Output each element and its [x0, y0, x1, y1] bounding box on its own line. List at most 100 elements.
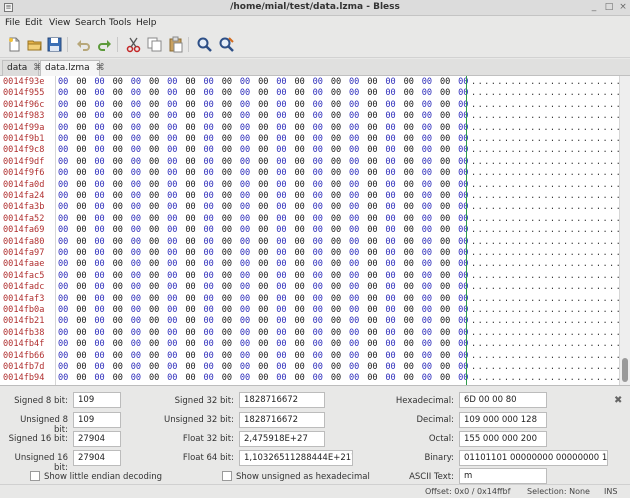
hex-byte[interactable]: 00 [185, 111, 203, 122]
hex-byte[interactable]: 00 [131, 157, 149, 168]
hex-byte[interactable]: 00 [440, 237, 458, 248]
hex-byte[interactable]: 00 [276, 294, 294, 305]
hex-byte[interactable]: 00 [404, 180, 422, 191]
hex-byte[interactable]: 00 [313, 248, 331, 259]
hex-byte[interactable]: 00 [204, 134, 222, 145]
hex-column[interactable]: 00 00 00 00 00 00 00 00 00 00 00 00 00 00 00 00 00 00 00 00… [55, 76, 468, 385]
hex-byte[interactable]: 00 [76, 180, 94, 191]
hex-byte[interactable]: 00 [313, 373, 331, 384]
hex-byte[interactable]: 00 [349, 111, 367, 122]
hex-byte[interactable]: 00 [149, 134, 167, 145]
hex-row[interactable]: 00 00 00 00 00 00 00 00 00 00 00 00 00 00 00 00 00 00 00 00… [58, 316, 476, 327]
hex-byte[interactable]: 00 [113, 259, 131, 270]
hex-byte[interactable]: 00 [204, 248, 222, 259]
hex-byte[interactable]: 00 [422, 123, 440, 134]
hex-byte[interactable]: 00 [385, 168, 403, 179]
hex-byte[interactable]: 00 [131, 180, 149, 191]
hex-byte[interactable]: 00 [276, 168, 294, 179]
hex-byte[interactable]: 00 [276, 362, 294, 373]
hex-byte[interactable]: 00 [94, 100, 112, 111]
hex-byte[interactable]: 00 [385, 316, 403, 327]
hex-byte[interactable]: 00 [313, 100, 331, 111]
ascii-row[interactable]: ....................... [471, 77, 622, 88]
hex-byte[interactable]: 00 [204, 123, 222, 134]
hex-byte[interactable]: 00 [222, 271, 240, 282]
hex-byte[interactable]: 00 [440, 248, 458, 259]
hex-byte[interactable]: 00 [204, 214, 222, 225]
hex-byte[interactable]: 00 [204, 100, 222, 111]
hex-byte[interactable]: 00 [331, 373, 349, 384]
hex-byte[interactable]: 00 [222, 214, 240, 225]
hex-byte[interactable]: 00 [94, 123, 112, 134]
ascii-row[interactable]: ....................... [471, 362, 622, 373]
unsigned-8-field[interactable]: 109 [73, 412, 121, 428]
hex-byte[interactable]: 00 [404, 362, 422, 373]
hex-byte[interactable]: 00 [294, 351, 312, 362]
hex-byte[interactable]: 00 [385, 339, 403, 350]
hex-byte[interactable]: 00 [94, 305, 112, 316]
hex-byte[interactable]: 00 [422, 111, 440, 122]
hex-byte[interactable]: 00 [240, 328, 258, 339]
hex-byte[interactable]: 00 [185, 373, 203, 384]
hex-byte[interactable]: 00 [131, 271, 149, 282]
hex-byte[interactable]: 00 [113, 351, 131, 362]
hex-byte[interactable]: 00 [276, 111, 294, 122]
hex-byte[interactable]: 00 [167, 316, 185, 327]
hex-byte[interactable]: 00 [385, 157, 403, 168]
octal-field[interactable]: 155 000 000 200 [459, 431, 547, 447]
hex-byte[interactable]: 00 [113, 202, 131, 213]
hex-byte[interactable]: 00 [422, 145, 440, 156]
hex-row[interactable]: 00 00 00 00 00 00 00 00 00 00 00 00 00 00 00 00 00 00 00 00… [58, 248, 476, 259]
hex-editor[interactable]: 0014f93e 0014f955 0014f96c 0014f983 0014f99a… [0, 76, 630, 386]
hex-byte[interactable]: 00 [131, 328, 149, 339]
hex-byte[interactable]: 00 [404, 111, 422, 122]
hex-byte[interactable]: 00 [222, 237, 240, 248]
hex-byte[interactable]: 00 [76, 77, 94, 88]
hex-byte[interactable]: 00 [58, 294, 76, 305]
tab-data[interactable]: data ⌘ [2, 60, 42, 76]
hex-row[interactable]: 00 00 00 00 00 00 00 00 00 00 00 00 00 00 00 00 00 00 00 00… [58, 305, 476, 316]
hex-byte[interactable]: 00 [349, 100, 367, 111]
hex-byte[interactable]: 00 [331, 316, 349, 327]
hex-byte[interactable]: 00 [385, 305, 403, 316]
hex-byte[interactable]: 00 [94, 248, 112, 259]
hex-byte[interactable]: 00 [185, 202, 203, 213]
hex-byte[interactable]: 00 [131, 77, 149, 88]
hex-byte[interactable]: 00 [276, 180, 294, 191]
hex-byte[interactable]: 00 [222, 362, 240, 373]
hex-byte[interactable]: 00 [167, 123, 185, 134]
hex-byte[interactable]: 00 [185, 88, 203, 99]
hex-byte[interactable]: 00 [440, 191, 458, 202]
hex-byte[interactable]: 00 [422, 214, 440, 225]
hex-byte[interactable]: 00 [367, 373, 385, 384]
hex-byte[interactable]: 00 [185, 259, 203, 270]
little-endian-checkbox[interactable] [30, 471, 40, 481]
hex-byte[interactable]: 00 [367, 328, 385, 339]
hex-byte[interactable]: 00 [149, 282, 167, 293]
hex-byte[interactable]: 00 [276, 248, 294, 259]
hex-byte[interactable]: 00 [185, 157, 203, 168]
hex-byte[interactable]: 00 [349, 123, 367, 134]
hex-byte[interactable]: 00 [94, 225, 112, 236]
menu-file[interactable]: File [5, 18, 20, 28]
hex-byte[interactable]: 00 [422, 191, 440, 202]
paste-icon[interactable] [167, 36, 184, 53]
status-mode[interactable]: INS [604, 487, 617, 496]
hex-byte[interactable]: 00 [331, 191, 349, 202]
hex-byte[interactable]: 00 [422, 259, 440, 270]
hex-byte[interactable]: 00 [185, 168, 203, 179]
hex-row[interactable]: 00 00 00 00 00 00 00 00 00 00 00 00 00 00 00 00 00 00 00 00… [58, 191, 476, 202]
hex-byte[interactable]: 00 [149, 123, 167, 134]
hex-byte[interactable]: 00 [58, 316, 76, 327]
hex-byte[interactable]: 00 [76, 248, 94, 259]
hex-byte[interactable]: 00 [367, 339, 385, 350]
hex-byte[interactable]: 00 [131, 305, 149, 316]
hex-byte[interactable]: 00 [167, 100, 185, 111]
hex-byte[interactable]: 00 [76, 351, 94, 362]
menu-help[interactable]: Help [136, 18, 157, 28]
tab-close-icon[interactable]: ⌘ [96, 63, 105, 73]
hex-byte[interactable]: 00 [185, 339, 203, 350]
hex-byte[interactable]: 00 [58, 77, 76, 88]
hex-byte[interactable]: 00 [58, 328, 76, 339]
hex-byte[interactable]: 00 [367, 134, 385, 145]
